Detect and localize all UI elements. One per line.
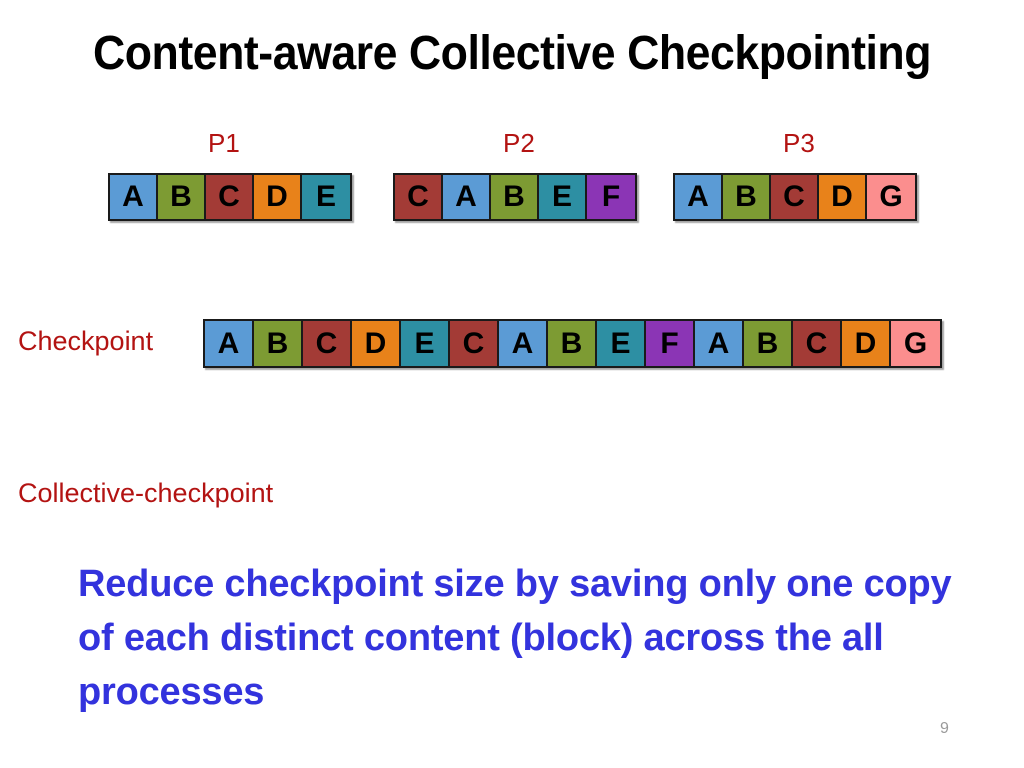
block: A xyxy=(675,175,723,219)
block: A xyxy=(499,321,548,366)
block: F xyxy=(587,175,635,219)
slide-canvas: Content-aware Collective Checkpointing P… xyxy=(0,0,1024,768)
block: G xyxy=(867,175,915,219)
block: A xyxy=(443,175,491,219)
block: E xyxy=(539,175,587,219)
block: D xyxy=(254,175,302,219)
page-number: 9 xyxy=(940,720,949,737)
block: B xyxy=(254,321,303,366)
block: E xyxy=(302,175,350,219)
block: G xyxy=(891,321,940,366)
block: D xyxy=(819,175,867,219)
body-text: Reduce checkpoint size by saving only on… xyxy=(78,563,952,713)
block: C xyxy=(206,175,254,219)
block: A xyxy=(695,321,744,366)
block: B xyxy=(548,321,597,366)
block: B xyxy=(744,321,793,366)
block: C xyxy=(395,175,443,219)
block-row-checkpoint: ABCDECABEFABCDG xyxy=(203,319,942,368)
block: E xyxy=(597,321,646,366)
block: D xyxy=(842,321,891,366)
block: B xyxy=(723,175,771,219)
block: B xyxy=(158,175,206,219)
process-label-p3: P3 xyxy=(783,128,815,158)
block: C xyxy=(793,321,842,366)
block-row-p1: ABCDE xyxy=(108,173,352,221)
collective-checkpoint-label: Collective-checkpoint xyxy=(18,478,274,508)
block: E xyxy=(401,321,450,366)
block: C xyxy=(450,321,499,366)
block: C xyxy=(771,175,819,219)
block: A xyxy=(205,321,254,366)
process-label-p1: P1 xyxy=(208,128,240,158)
page-title: Content-aware Collective Checkpointing xyxy=(92,27,932,80)
block: D xyxy=(352,321,401,366)
checkpoint-label: Checkpoint xyxy=(18,326,154,356)
block-row-p2: CABEF xyxy=(393,173,637,221)
block: A xyxy=(110,175,158,219)
block-row-p3: ABCDG xyxy=(673,173,917,221)
process-label-p2: P2 xyxy=(503,128,535,158)
block: C xyxy=(303,321,352,366)
block: F xyxy=(646,321,695,366)
block: B xyxy=(491,175,539,219)
